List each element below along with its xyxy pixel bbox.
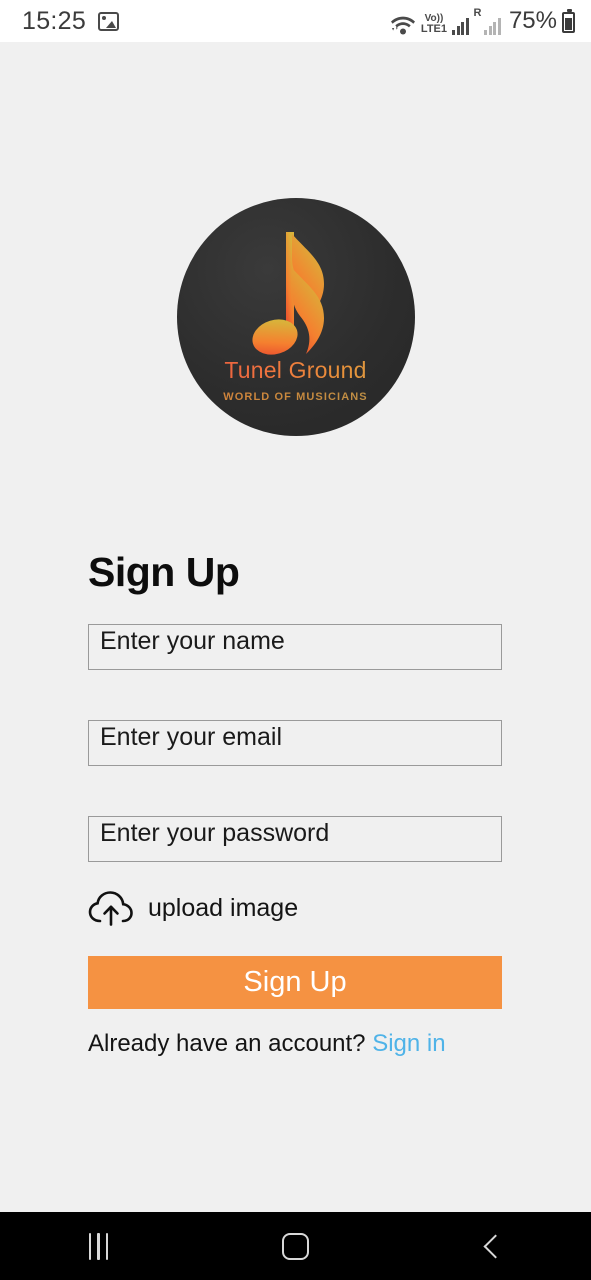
signin-prompt: Already have an account? Sign in — [88, 1030, 446, 1058]
upload-image-button[interactable]: upload image — [88, 890, 298, 927]
signal-bars-secondary-icon — [484, 17, 501, 35]
app-logo: Tunel Ground WORLD OF MUSICIANS — [0, 198, 591, 436]
recents-button[interactable] — [54, 1212, 144, 1280]
password-field[interactable]: Enter your password — [88, 816, 502, 862]
wifi-icon — [390, 16, 415, 35]
email-field-placeholder: Enter your email — [100, 723, 283, 751]
home-icon — [282, 1232, 309, 1260]
back-icon — [483, 1233, 508, 1259]
signup-submit-label: Sign Up — [243, 966, 347, 998]
signal-bars-icon — [452, 17, 469, 35]
system-nav-bar — [0, 1212, 591, 1280]
status-bar-left: 15:25 — [22, 6, 120, 36]
logo-title: Tunel Ground — [177, 357, 415, 384]
volte-indicator: Vo)) LTE1 — [420, 13, 447, 35]
password-field-placeholder: Enter your password — [100, 819, 330, 847]
phone-screen: 15:25 Vo)) LTE1 R 75% Tunel Ground WORLD… — [0, 0, 591, 1280]
signin-prompt-text: Already have an account? — [88, 1030, 366, 1057]
battery-icon — [562, 9, 575, 33]
status-bar-right: Vo)) LTE1 R 75% — [390, 7, 575, 35]
home-button[interactable] — [251, 1212, 341, 1280]
cloud-upload-icon — [88, 891, 133, 926]
logo-circle: Tunel Ground WORLD OF MUSICIANS — [176, 198, 415, 436]
status-bar: 15:25 Vo)) LTE1 R 75% — [0, 0, 591, 42]
signin-link[interactable]: Sign in — [372, 1030, 445, 1057]
signup-submit-button[interactable]: Sign Up — [88, 956, 502, 1009]
battery-percent: 75% — [508, 7, 557, 34]
music-note-icon — [251, 232, 324, 355]
photo-icon — [98, 11, 120, 31]
status-clock: 15:25 — [22, 6, 87, 35]
logo-subtitle: WORLD OF MUSICIANS — [177, 391, 415, 403]
recents-icon — [88, 1232, 109, 1260]
email-field[interactable]: Enter your email — [88, 720, 502, 766]
back-button[interactable] — [448, 1212, 538, 1280]
name-field[interactable]: Enter your name — [88, 624, 502, 670]
upload-image-label: upload image — [148, 894, 299, 922]
page-title: Sign Up — [88, 549, 240, 595]
roaming-badge: R — [473, 7, 482, 19]
name-field-placeholder: Enter your name — [100, 627, 285, 655]
